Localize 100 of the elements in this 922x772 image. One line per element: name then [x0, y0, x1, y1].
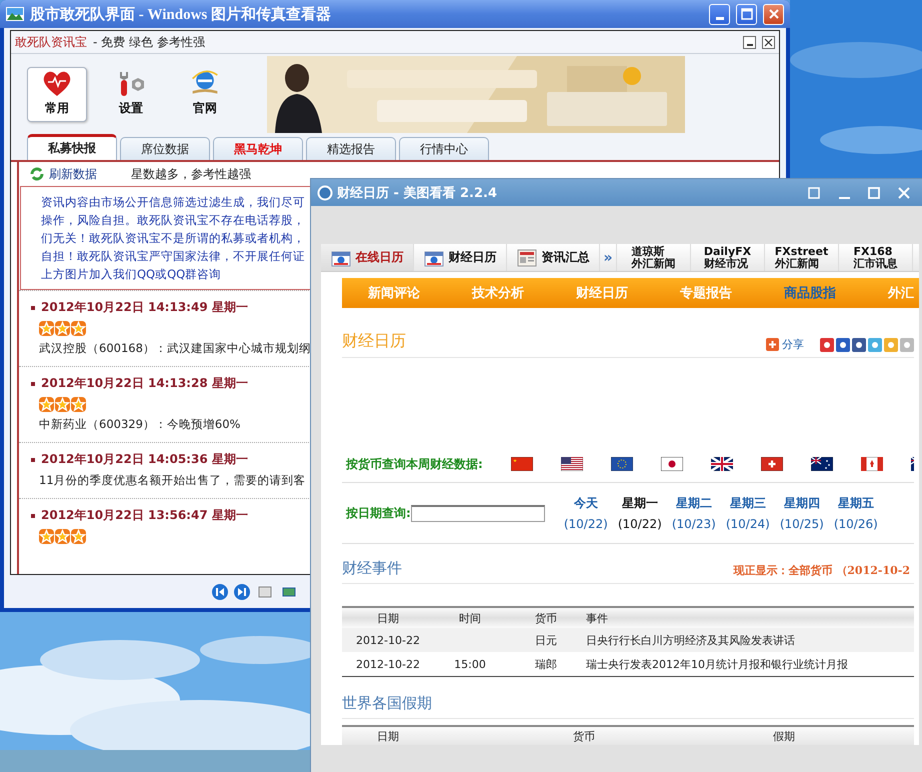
app-tagline: - 免费 绿色 参考性强	[93, 34, 206, 50]
news-text: 11月份的季度优惠名额开始出售了，需要的请到客	[39, 473, 306, 488]
table-cell-text: 瑞士央行发表2012年10月统计月报和银行业统计月报	[586, 656, 849, 672]
currency-label: 按货币查询本周财经数据:	[346, 456, 483, 472]
news-date: 2012年10月22日 14:13:28 星期一	[41, 375, 248, 392]
notice-text: 们无关！敢死队资讯宝不是所谓的私募或者机构，	[41, 230, 305, 247]
australia-flag-icon[interactable]	[810, 457, 833, 471]
tab[interactable]: 行情中心	[399, 137, 489, 160]
table-cell-text: 瑞郎	[534, 656, 558, 672]
notice-text: 上方图片加入我们QQ或QQ群咨询	[41, 266, 222, 283]
nav-tab[interactable]: 资讯汇总	[507, 244, 600, 271]
best-fit-button[interactable]	[256, 584, 274, 600]
column-header: 日期	[376, 610, 400, 626]
day-link[interactable]: 星期一 (10/22)	[612, 495, 667, 531]
maximize-icon	[867, 186, 881, 200]
eu-flag-icon[interactable]	[610, 457, 633, 471]
maximize-icon	[740, 8, 752, 20]
window-title: 股市敢死队界面 - Windows 图片和传真查看器	[30, 5, 332, 24]
social-share-icon[interactable]	[852, 338, 866, 352]
nav-tab[interactable]: DailyFX 财经市况	[691, 244, 765, 271]
section-title: 世界各国假期	[342, 694, 433, 713]
app-name: 敢死队资讯宝	[15, 34, 87, 50]
japan-flag-icon[interactable]	[660, 457, 683, 471]
table-cell-text: 15:00	[453, 658, 487, 670]
hint-text: 星数越多，参考性越强	[131, 166, 252, 182]
star-icon	[39, 321, 54, 336]
toolbar-button[interactable]: 常用	[27, 66, 87, 122]
column-header: 时间	[458, 610, 482, 626]
date-label: 按日期查询:	[346, 504, 411, 522]
bullet-icon	[31, 382, 35, 386]
star-icon	[55, 397, 70, 412]
notice-text: 资讯内容由市场公开信息筛选过滤生成，我们尽可	[41, 194, 305, 211]
minimize-icon	[746, 44, 752, 46]
table-cell-text: 日央行行长白川方明经济及其风险发表讲话	[586, 632, 796, 648]
nav-tab[interactable]: FX168 汇市讯息	[839, 244, 913, 271]
table-cell-text: 日元	[534, 632, 558, 648]
showing-text: 现正显示：全部货币 （2012-10-2	[733, 563, 910, 578]
day-link[interactable]: 星期四 (10/25)	[774, 495, 829, 531]
calendar-icon	[330, 248, 350, 266]
section-title: 财经事件	[342, 559, 403, 578]
picture-viewer-icon	[6, 7, 24, 21]
us-flag-icon[interactable]	[560, 457, 583, 471]
plus-icon	[766, 338, 779, 351]
day-link[interactable]: 星期二 (10/23)	[666, 495, 721, 531]
day-link[interactable]: 星期三 (10/24)	[720, 495, 775, 531]
column-header: 货币	[534, 610, 558, 626]
toolbar-button[interactable]: 官网	[175, 66, 235, 122]
nav-tab[interactable]: FXstreet 外汇新闻	[765, 244, 839, 271]
toolbar-button[interactable]: 设置	[101, 66, 161, 122]
previous-icon	[212, 584, 228, 600]
news-date: 2012年10月22日 14:13:49 星期一	[41, 299, 248, 316]
date-input[interactable]	[410, 504, 545, 522]
day-link[interactable]: 星期五 (10/26)	[828, 495, 883, 531]
table-cell-text: 2012-10-22	[355, 658, 421, 670]
swiss-flag-icon[interactable]	[760, 457, 783, 471]
news-text: 武汉控股（600168）：武汉建国家中心城市规划纲	[39, 341, 311, 356]
window-title: 财经日历 - 美图看看 2.2.4	[337, 184, 498, 202]
fullscreen-icon	[807, 186, 821, 200]
star-icon	[39, 529, 54, 544]
social-share-icon[interactable]	[820, 338, 834, 352]
nav-tab[interactable]: 在线日历	[321, 244, 414, 271]
column-header: 事件	[586, 610, 609, 626]
more-tab[interactable]: »	[600, 244, 617, 271]
close-icon	[768, 8, 780, 20]
column-header: 货币	[572, 728, 596, 744]
minimize-button[interactable]	[743, 36, 756, 48]
nav-tab[interactable]: 道琼斯 外汇新闻	[617, 244, 691, 271]
star-icon	[55, 529, 70, 544]
maximize-button[interactable]	[736, 4, 757, 24]
table-cell-text: 2012-10-22	[355, 634, 421, 646]
tab[interactable]: 黑马乾坤	[213, 137, 303, 160]
share-link[interactable]: 分享	[766, 337, 804, 352]
bullet-icon	[31, 458, 35, 462]
star-icon	[39, 397, 54, 412]
nav-tab[interactable]: 财经日历	[414, 244, 507, 271]
star-icon	[71, 529, 86, 544]
minimize-icon	[716, 16, 724, 20]
news-date: 2012年10月22日 13:56:47 星期一	[41, 507, 248, 524]
bullet-icon	[31, 306, 35, 310]
canada-flag-icon[interactable]	[860, 457, 883, 471]
close-icon	[897, 186, 911, 200]
next-button[interactable]	[234, 584, 250, 600]
tab[interactable]: 私募快报	[27, 134, 117, 160]
newspaper-icon	[516, 248, 536, 266]
refresh-link[interactable]: 刷新数据	[49, 166, 97, 182]
star-icon	[71, 397, 86, 412]
close-button[interactable]	[762, 36, 775, 48]
star-icon	[55, 321, 70, 336]
column-header: 日期	[376, 728, 400, 744]
refresh-icon[interactable]	[29, 166, 45, 182]
social-share-icon[interactable]	[836, 338, 850, 352]
notice-text: 自担！敢死队资讯宝严守国家法律，不开展任何证	[41, 248, 305, 265]
day-link[interactable]: 今天 (10/22)	[558, 495, 613, 531]
minimize-icon	[838, 196, 850, 198]
news-date: 2012年10月22日 14:05:36 星期一	[41, 451, 248, 468]
china-flag-icon[interactable]	[510, 457, 533, 471]
tab[interactable]: 精选报告	[306, 137, 396, 160]
previous-button[interactable]	[212, 584, 228, 600]
tab[interactable]: 席位数据	[120, 137, 210, 160]
uk-flag-icon[interactable]	[710, 457, 733, 471]
